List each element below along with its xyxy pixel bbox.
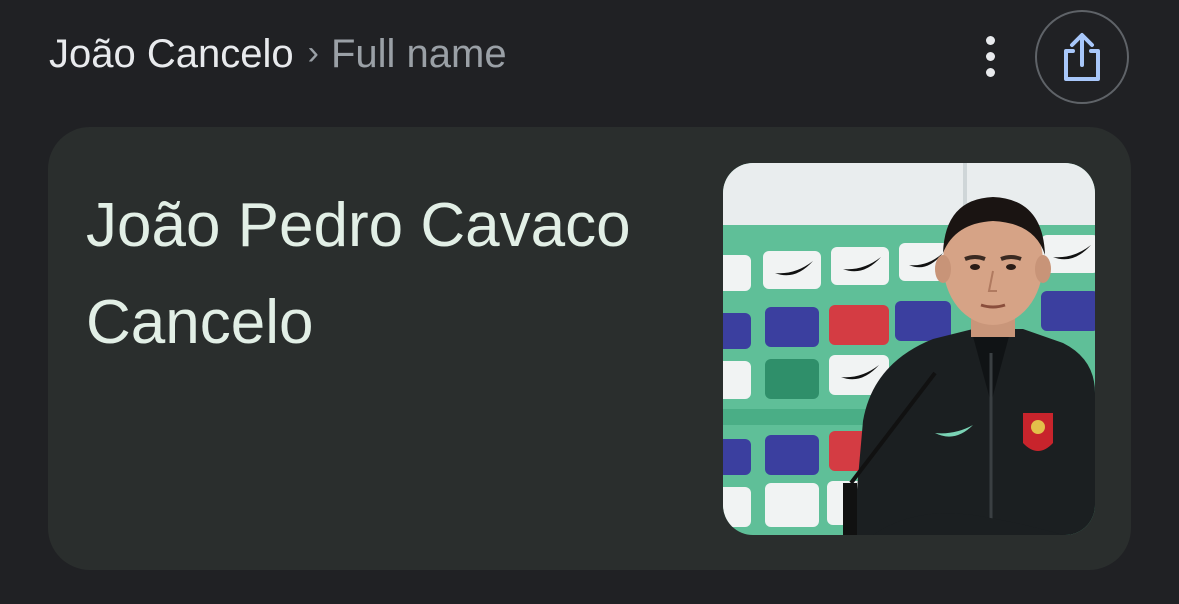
more-vert-icon-dot (985, 35, 995, 45)
share-button[interactable] (1035, 10, 1129, 104)
more-options-button[interactable] (966, 30, 1014, 82)
breadcrumb-separator-icon: › (307, 33, 319, 72)
breadcrumb-parent-link[interactable]: João Cancelo (49, 32, 294, 77)
breadcrumb: João Cancelo › Full name (49, 28, 507, 80)
full-name-text: João Pedro Cavaco Cancelo (86, 191, 631, 357)
more-vert-icon-dot (985, 67, 995, 77)
player-photo[interactable] (723, 163, 1095, 535)
header-bar: João Cancelo › Full name (0, 0, 1179, 108)
more-vert-icon-dot (985, 51, 995, 61)
breadcrumb-current: Full name (330, 31, 507, 76)
full-name-card: João Pedro Cavaco Cancelo (48, 127, 1131, 570)
share-icon (1064, 33, 1100, 81)
player-photo-illustration (723, 163, 1095, 535)
